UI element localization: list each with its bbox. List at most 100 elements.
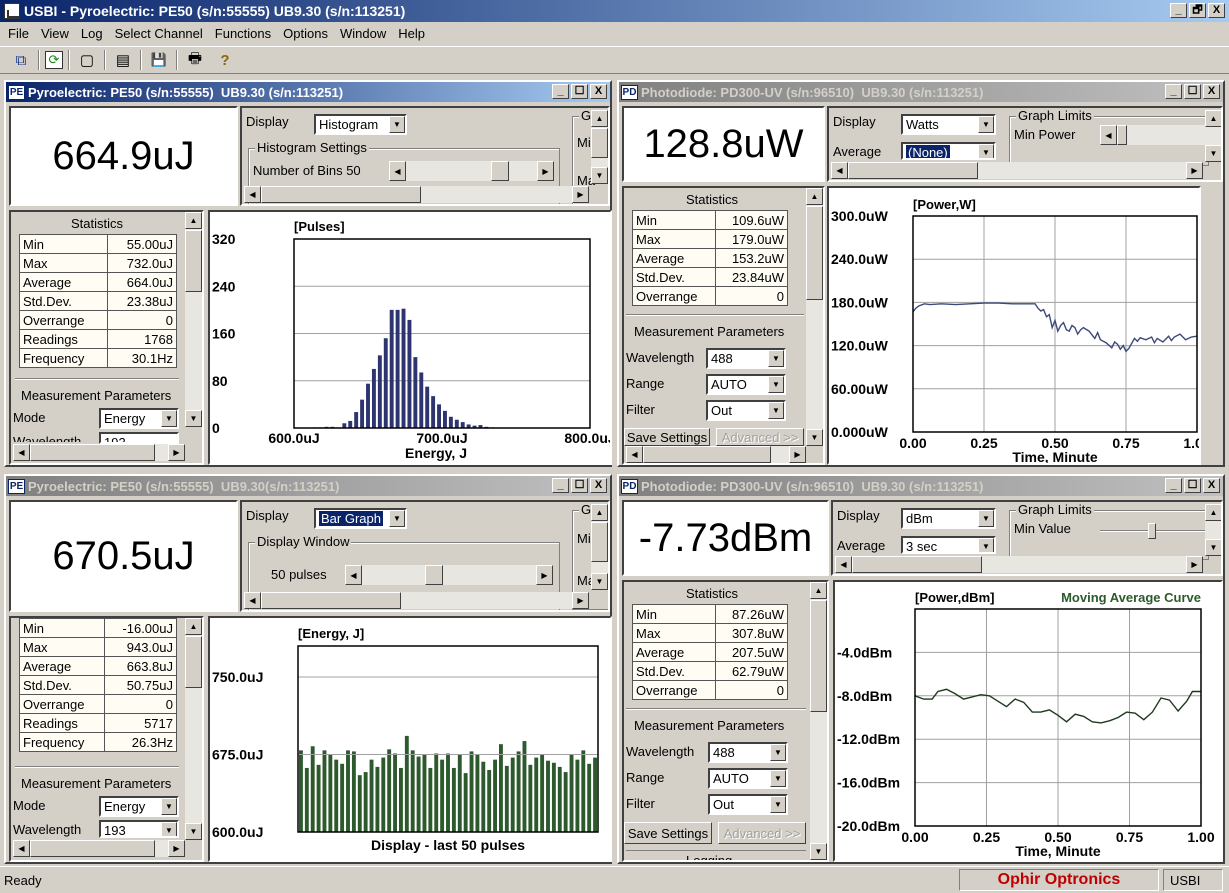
slider-thumb[interactable] [425, 565, 443, 585]
display-select[interactable]: Watts ▼ [901, 114, 996, 135]
arrow-left-icon[interactable]: ◀ [1100, 125, 1117, 145]
arrow-left-icon[interactable]: ◀ [835, 556, 852, 573]
maximize-button[interactable]: ☐ [1184, 84, 1201, 99]
menu-file[interactable]: File [2, 26, 35, 41]
menu-help[interactable]: Help [392, 26, 431, 41]
min-power-slider[interactable]: ◀ [1100, 125, 1210, 145]
range-select[interactable]: AUTO ▼ [706, 374, 786, 395]
arrow-up-icon[interactable]: ▲ [1205, 110, 1221, 127]
display-select[interactable]: dBm ▼ [901, 508, 996, 529]
display-select[interactable]: Bar Graph ▼ [314, 508, 407, 529]
display-select[interactable]: Histogram ▼ [314, 114, 407, 135]
print-icon[interactable]: 🖶 [183, 49, 207, 71]
arrow-up-icon[interactable]: ▲ [806, 188, 823, 205]
wavelength-select[interactable]: 488 ▼ [706, 348, 786, 369]
vertical-scrollbar[interactable]: ▲ ▼ [591, 504, 608, 590]
mode-select[interactable]: Energy ▼ [99, 796, 179, 817]
wavelength-select[interactable]: 488 ▼ [708, 742, 788, 763]
slider-thumb[interactable] [1148, 523, 1156, 539]
arrow-left-icon[interactable]: ◀ [13, 444, 30, 461]
close-button[interactable]: X [1203, 84, 1220, 99]
minimize-button[interactable]: _ [1165, 478, 1182, 493]
horizontal-scrollbar[interactable]: ◀ ▶ [244, 186, 589, 203]
minimize-button[interactable]: _ [1170, 3, 1187, 18]
vertical-scrollbar[interactable]: ▲ ▼ [1205, 504, 1221, 556]
new-window-icon[interactable]: ▢ [75, 49, 99, 71]
arrow-down-icon[interactable]: ▼ [185, 410, 202, 427]
horizontal-scrollbar[interactable]: ◀ ▶ [831, 162, 1203, 179]
arrow-right-icon[interactable]: ▶ [1186, 162, 1203, 179]
arrow-right-icon[interactable]: ▶ [572, 186, 589, 203]
arrow-left-icon[interactable]: ◀ [626, 446, 643, 463]
arrow-down-icon[interactable]: ▼ [810, 843, 827, 860]
arrow-right-icon[interactable]: ▶ [572, 592, 589, 609]
arrow-left-icon[interactable]: ◀ [13, 840, 30, 857]
arrow-down-icon[interactable]: ▼ [806, 429, 823, 446]
arrow-right-icon[interactable]: ▶ [536, 565, 553, 585]
arrow-up-icon[interactable]: ▲ [591, 504, 608, 521]
maximize-button[interactable]: ☐ [571, 478, 588, 493]
save-icon[interactable]: 💾 [147, 49, 171, 71]
filter-select[interactable]: Out ▼ [708, 794, 788, 815]
horizontal-scrollbar[interactable]: ◀ ▶ [626, 446, 806, 463]
maximize-button[interactable]: ☐ [1184, 478, 1201, 493]
menu-options[interactable]: Options [277, 26, 334, 41]
mode-select[interactable]: Energy ▼ [99, 408, 179, 429]
pulses-slider[interactable]: ◀ ▶ [345, 565, 553, 585]
maximize-button[interactable]: ☐ [571, 84, 588, 99]
menu-view[interactable]: View [35, 26, 75, 41]
arrow-up-icon[interactable]: ▲ [1205, 504, 1221, 521]
horizontal-scrollbar[interactable]: ◀ ▶ [835, 556, 1203, 573]
arrow-left-icon[interactable]: ◀ [244, 186, 261, 203]
arrow-up-icon[interactable]: ▲ [185, 212, 202, 229]
menu-window[interactable]: Window [334, 26, 392, 41]
arrow-down-icon[interactable]: ▼ [185, 823, 202, 840]
advanced-button[interactable]: Advanced >> [716, 428, 804, 446]
menu-functions[interactable]: Functions [209, 26, 277, 41]
close-button[interactable]: X [1208, 3, 1225, 18]
save-settings-button[interactable]: Save Settings [624, 822, 712, 844]
help-icon[interactable]: ? [213, 49, 237, 71]
horizontal-scrollbar[interactable]: ◀ ▶ [244, 592, 589, 609]
restore-button[interactable]: 🗗 [1189, 3, 1206, 18]
arrow-right-icon[interactable]: ▶ [789, 446, 806, 463]
arrow-up-icon[interactable]: ▲ [810, 582, 827, 599]
horizontal-scrollbar[interactable]: ◀ ▶ [13, 444, 185, 461]
advanced-button[interactable]: Advanced >> [718, 822, 806, 844]
menu-log[interactable]: Log [75, 26, 109, 41]
slider-thumb[interactable] [491, 161, 509, 181]
average-select[interactable]: (None) ▼ [901, 142, 996, 160]
save-settings-button[interactable]: Save Settings [624, 428, 710, 446]
arrow-right-icon[interactable]: ▶ [168, 444, 185, 461]
arrow-right-icon[interactable]: ▶ [168, 840, 185, 857]
arrow-down-icon[interactable]: ▼ [591, 167, 608, 184]
minimize-button[interactable]: _ [552, 84, 569, 99]
minimize-button[interactable]: _ [1165, 84, 1182, 99]
bins-slider[interactable]: ◀ ▶ [389, 161, 554, 181]
minimize-button[interactable]: _ [552, 478, 569, 493]
close-button[interactable]: X [590, 84, 607, 99]
vertical-scrollbar[interactable]: ▲ ▼ [185, 212, 202, 427]
refresh-icon[interactable]: ⟳ [45, 51, 63, 69]
arrow-up-icon[interactable]: ▲ [185, 618, 202, 635]
arrow-left-icon[interactable]: ◀ [244, 592, 261, 609]
horizontal-scrollbar[interactable]: ◀ ▶ [13, 840, 185, 857]
arrow-left-icon[interactable]: ◀ [345, 565, 362, 585]
close-button[interactable]: X [1203, 478, 1220, 493]
arrow-down-icon[interactable]: ▼ [591, 573, 608, 590]
arrow-right-icon[interactable]: ▶ [537, 161, 554, 181]
vertical-scrollbar[interactable]: ▲ ▼ [1205, 110, 1221, 162]
average-select[interactable]: 3 sec ▼ [901, 536, 996, 554]
arrow-down-icon[interactable]: ▼ [1205, 539, 1221, 556]
menu-select-channel[interactable]: Select Channel [109, 26, 209, 41]
arrow-down-icon[interactable]: ▼ [1205, 145, 1221, 162]
close-button[interactable]: X [590, 478, 607, 493]
graph-icon[interactable]: ▤ [111, 49, 135, 71]
range-select[interactable]: AUTO ▼ [708, 768, 788, 789]
vertical-scrollbar[interactable]: ▲ ▼ [591, 110, 608, 184]
vertical-scrollbar[interactable]: ▲ ▼ [810, 582, 827, 860]
arrow-up-icon[interactable]: ▲ [591, 110, 608, 127]
arrow-left-icon[interactable]: ◀ [389, 161, 406, 181]
arrow-left-icon[interactable]: ◀ [831, 162, 848, 179]
wavelength-select[interactable]: 193 ▼ [99, 820, 179, 838]
